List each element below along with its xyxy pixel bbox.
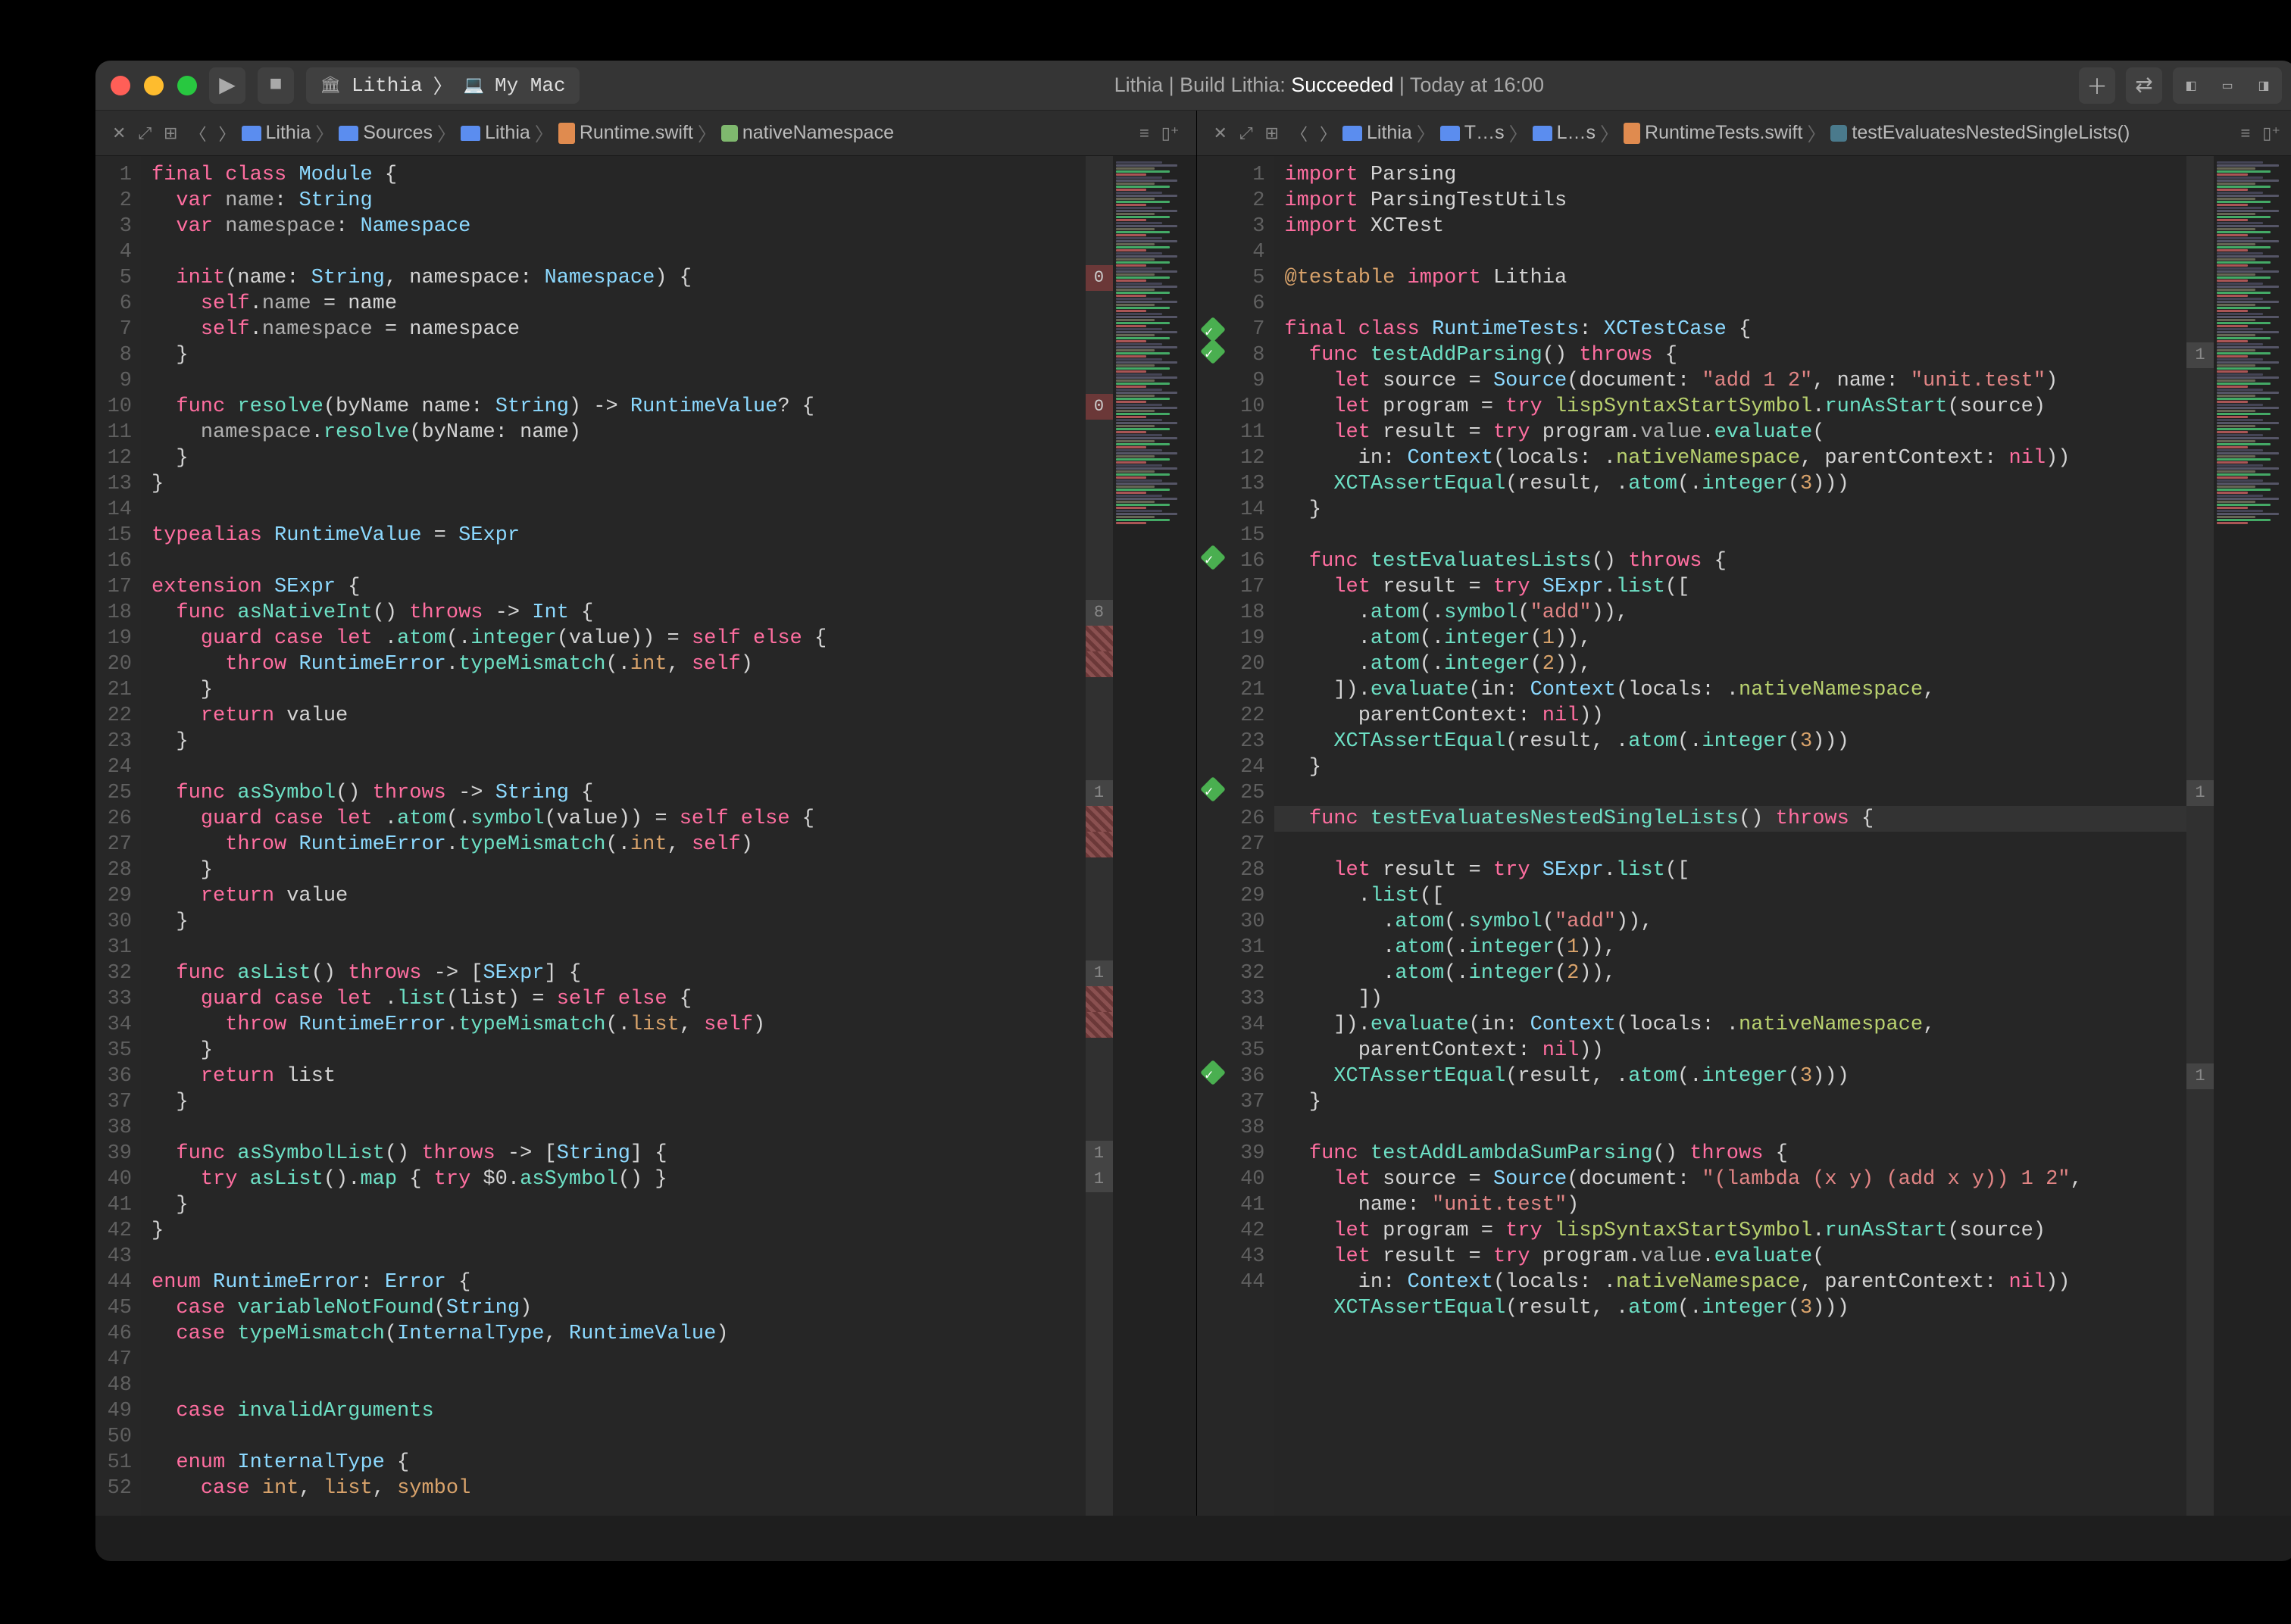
scheme-name: Lithia	[352, 74, 423, 97]
close-editor-icon[interactable]: ✕	[1214, 123, 1227, 143]
test-success-icon[interactable]	[1200, 776, 1226, 802]
titlebar: ▶ ■ 🏛 Lithia 〉 💻 My Mac Lithia | Build L…	[95, 61, 2291, 111]
activity-status[interactable]: Lithia | Build Lithia: Succeeded | Today…	[592, 73, 2067, 97]
right-minimap[interactable]	[2214, 156, 2291, 1516]
outline-icon[interactable]: ≡	[1139, 123, 1149, 143]
breadcrumb[interactable]: Lithia	[1342, 122, 1412, 144]
toggle-navigator-button[interactable]: ◧	[2173, 67, 2209, 104]
forward-icon[interactable]: 〉	[1320, 121, 1336, 145]
destination-name: My Mac	[495, 74, 566, 97]
toggle-debug-button[interactable]: ▭	[2209, 67, 2246, 104]
right-test-gutter[interactable]	[1197, 156, 1229, 1516]
breadcrumb[interactable]: testEvaluatesNestedSingleLists()	[1830, 122, 2130, 144]
outline-icon[interactable]: ≡	[2240, 123, 2250, 143]
panel-toggle-group: ◧ ▭ ◨	[2173, 67, 2282, 104]
test-success-icon[interactable]	[1200, 545, 1226, 570]
expand-icon[interactable]: ⤢	[138, 123, 152, 143]
breadcrumb[interactable]: Lithia	[242, 122, 311, 144]
forward-icon[interactable]: 〉	[219, 121, 236, 145]
left-minimap[interactable]	[1113, 156, 1196, 1516]
right-code-editor[interactable]: import Parsing import ParsingTestUtils i…	[1274, 156, 2187, 1516]
back-icon[interactable]: 〈	[1291, 121, 1308, 145]
right-gutter[interactable]: 1234567891011121314151617181920212223242…	[1229, 156, 1274, 1516]
add-button[interactable]: ＋	[2079, 67, 2115, 104]
editor-body: ✕ ⤢ ⊞ 〈 〉 Lithia〉 Sources〉 Lithia〉 Runti…	[95, 111, 2291, 1516]
close-editor-icon[interactable]: ✕	[112, 123, 126, 143]
breadcrumb[interactable]: Runtime.swift	[558, 122, 693, 144]
zoom-window-button[interactable]	[177, 76, 197, 95]
test-success-icon[interactable]	[1200, 339, 1226, 364]
stop-button[interactable]: ■	[258, 67, 294, 104]
right-pathbar: ✕ ⤢ ⊞ 〈 〉 Lithia〉 T…s〉 L…s〉 RuntimeTests…	[1197, 111, 2291, 156]
scheme-icon: 🏛	[320, 76, 341, 95]
right-coverage-annotations: 1 1 1	[2186, 156, 2214, 1516]
close-window-button[interactable]	[111, 76, 130, 95]
left-coverage-annotations: 0 0 8 1 1 11	[1086, 156, 1113, 1516]
scheme-selector[interactable]: 🏛 Lithia 〉 💻 My Mac	[306, 67, 580, 104]
left-code-editor[interactable]: final class Module { var name: String va…	[141, 156, 1086, 1516]
breadcrumb[interactable]: Lithia	[461, 122, 530, 144]
breadcrumb[interactable]: RuntimeTests.swift	[1624, 122, 1802, 144]
toggle-inspector-button[interactable]: ◨	[2246, 67, 2282, 104]
traffic-lights	[111, 76, 197, 95]
test-success-icon[interactable]	[1200, 1060, 1226, 1085]
breadcrumb[interactable]: L…s	[1533, 122, 1596, 144]
expand-icon[interactable]: ⤢	[1239, 123, 1253, 143]
run-button[interactable]: ▶	[209, 67, 245, 104]
xcode-window: ▶ ■ 🏛 Lithia 〉 💻 My Mac Lithia | Build L…	[95, 61, 2291, 1561]
breadcrumb[interactable]: Sources	[339, 122, 433, 144]
left-gutter[interactable]: 1234567891011121314151617181920212223242…	[95, 156, 141, 1516]
back-icon[interactable]: 〈	[189, 121, 206, 145]
minimize-window-button[interactable]	[144, 76, 164, 95]
destination-icon: 💻	[464, 76, 484, 95]
adjust-editor-icon[interactable]: ▯⁺	[1161, 123, 1180, 143]
left-editor-pane: ✕ ⤢ ⊞ 〈 〉 Lithia〉 Sources〉 Lithia〉 Runti…	[95, 111, 1197, 1516]
code-review-button[interactable]: ⇄	[2126, 67, 2162, 104]
right-editor-pane: ✕ ⤢ ⊞ 〈 〉 Lithia〉 T…s〉 L…s〉 RuntimeTests…	[1197, 111, 2291, 1516]
adjust-editor-icon[interactable]: ▯⁺	[2262, 123, 2280, 143]
related-items-icon[interactable]: ⊞	[164, 123, 177, 143]
breadcrumb[interactable]: nativeNamespace	[721, 122, 894, 144]
breadcrumb[interactable]: T…s	[1440, 122, 1505, 144]
related-items-icon[interactable]: ⊞	[1265, 123, 1279, 143]
left-pathbar: ✕ ⤢ ⊞ 〈 〉 Lithia〉 Sources〉 Lithia〉 Runti…	[95, 111, 1196, 156]
